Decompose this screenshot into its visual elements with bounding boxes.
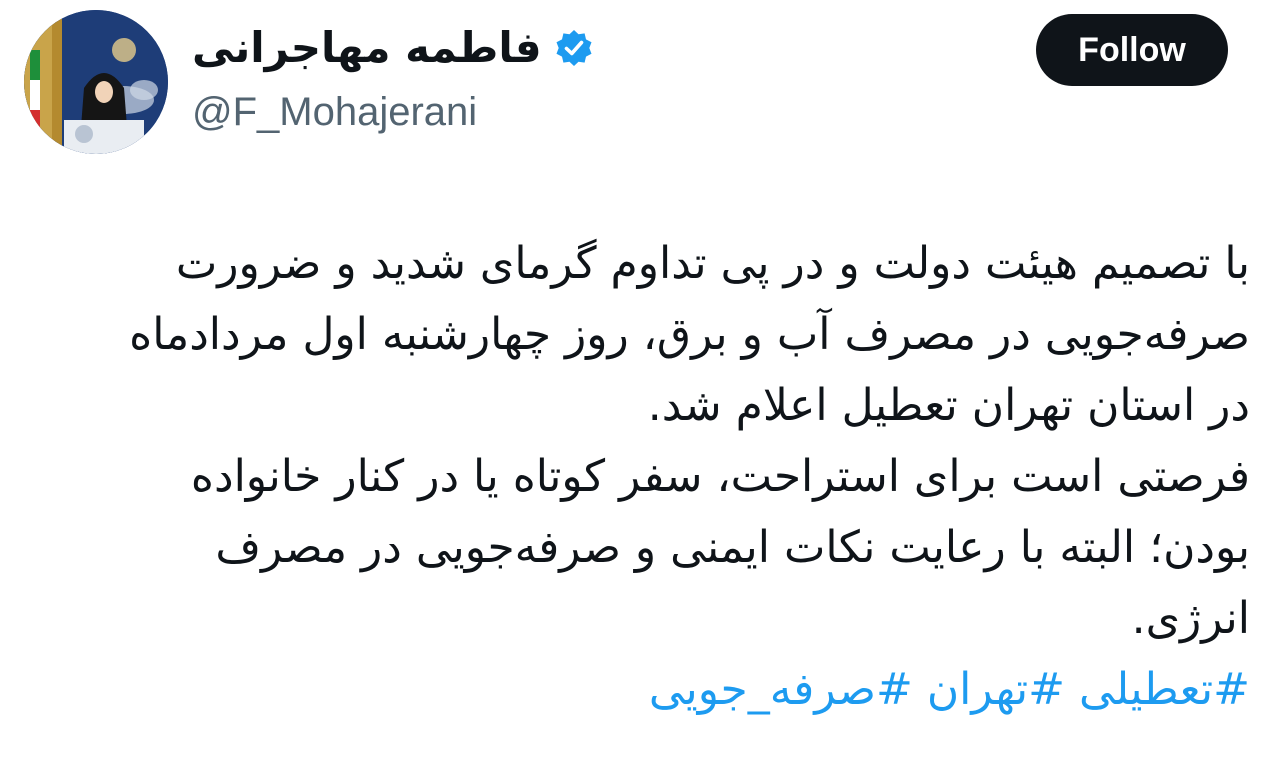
tweet-line: بودن؛ البته با رعایت نکات ایمنی و صرفه‌ج…	[215, 522, 1250, 573]
follow-button[interactable]: Follow	[1036, 14, 1228, 86]
tweet-line: در استان تهران تعطیل اعلام شد.	[647, 380, 1250, 431]
tweet-line: با تصمیم هیئت دولت و در پی تداوم گرمای ش…	[175, 238, 1250, 289]
tweet-line: انرژی.	[1131, 593, 1250, 644]
tweet-card: فاطمه مهاجرانی @F_Mohajerani Follow با ت…	[0, 0, 1280, 768]
avatar-photo	[24, 10, 168, 154]
hashtag-link[interactable]: #تعطیلی	[1079, 664, 1250, 715]
verified-badge-icon	[554, 28, 594, 68]
avatar[interactable]	[24, 10, 168, 154]
hashtag-link[interactable]: #تهران	[927, 664, 1065, 715]
user-handle[interactable]: @F_Mohajerani	[192, 84, 477, 140]
name-row: فاطمه مهاجرانی	[192, 18, 594, 78]
tweet-line: فرصتی است برای استراحت، سفر کوتاه یا در …	[190, 451, 1250, 502]
hashtag-row: #تعطیلی #تهران #صرفه_جویی	[30, 654, 1250, 725]
hashtag-link[interactable]: #صرفه_جویی	[649, 664, 913, 715]
tweet-text: با تصمیم هیئت دولت و در پی تداوم گرمای ش…	[30, 228, 1250, 725]
tweet-line: صرفه‌جویی در مصرف آب و برق، روز چهارشنبه…	[129, 309, 1250, 360]
display-name[interactable]: فاطمه مهاجرانی	[192, 18, 542, 78]
